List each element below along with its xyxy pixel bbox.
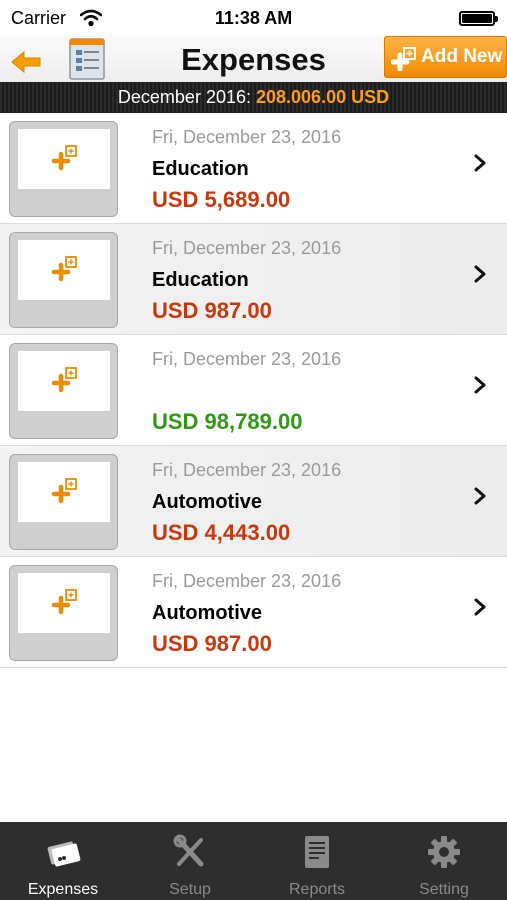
expense-category: Automotive — [152, 491, 262, 513]
summary-amount: 208.006.00 USD — [256, 87, 390, 107]
add-new-button[interactable]: Add New — [384, 36, 507, 78]
expense-row[interactable]: Fri, December 23, 2016 Automotive USD 4,… — [0, 446, 507, 557]
receipt-thumbnail[interactable] — [9, 121, 118, 217]
expense-date: Fri, December 23, 2016 — [152, 460, 342, 480]
nav-bar: Expenses Add New — [0, 36, 507, 82]
expense-amount: USD 98,789.00 — [152, 409, 303, 434]
add-plus-icon — [391, 47, 416, 71]
tab-expenses[interactable]: Expenses — [0, 822, 126, 900]
tab-label: Setting — [419, 881, 469, 898]
add-photo-icon — [51, 256, 77, 282]
status-bar: Carrier 11:38 AM — [0, 0, 507, 36]
expense-date: Fri, December 23, 2016 — [152, 238, 342, 258]
tab-label: Expenses — [27, 881, 99, 898]
gear-icon — [428, 836, 460, 868]
battery-icon — [459, 11, 498, 26]
expense-amount: USD 987.00 — [152, 298, 272, 323]
month-summary: December 2016: 208.006.00 USD — [0, 82, 507, 113]
tools-icon — [173, 834, 204, 867]
expense-row[interactable]: Fri, December 23, 2016 Education USD 987… — [0, 224, 507, 335]
receipt-thumbnail[interactable] — [9, 232, 118, 328]
add-photo-icon — [51, 589, 77, 615]
receipt-thumbnail[interactable] — [9, 343, 118, 439]
expense-category: Education — [152, 269, 249, 291]
tab-setting[interactable]: Setting — [381, 822, 507, 900]
chevron-right-icon — [474, 598, 486, 616]
expense-amount: USD 5,689.00 — [152, 187, 291, 212]
cards-icon — [47, 841, 81, 867]
add-photo-icon — [51, 367, 77, 393]
expense-date: Fri, December 23, 2016 — [152, 127, 342, 147]
expense-row[interactable]: Fri, December 23, 2016 Automotive USD 98… — [0, 557, 507, 668]
chevron-right-icon — [474, 265, 486, 283]
expense-amount: USD 987.00 — [152, 631, 272, 656]
expense-row[interactable]: Fri, December 23, 2016 Education USD 5,6… — [0, 113, 507, 224]
tab-label: Reports — [288, 881, 346, 898]
add-photo-icon — [51, 478, 77, 504]
expense-row[interactable]: Fri, December 23, 2016 USD 98,789.00 — [0, 335, 507, 446]
expense-date: Fri, December 23, 2016 — [152, 349, 342, 369]
receipt-thumbnail[interactable] — [9, 454, 118, 550]
expense-date: Fri, December 23, 2016 — [152, 571, 342, 591]
receipt-thumbnail[interactable] — [9, 565, 118, 661]
chevron-right-icon — [474, 154, 486, 172]
tab-reports[interactable]: Reports — [254, 822, 380, 900]
summary-label: December 2016: — [117, 87, 251, 107]
chevron-right-icon — [474, 376, 486, 394]
tab-bar: Expenses Setup Reports Setting — [0, 822, 507, 900]
add-new-label: Add New — [421, 46, 503, 67]
chevron-right-icon — [474, 487, 486, 505]
expense-amount: USD 4,443.00 — [152, 520, 291, 545]
tab-setup[interactable]: Setup — [127, 822, 253, 900]
expense-category: Education — [152, 158, 249, 180]
tab-label: Setup — [169, 881, 211, 898]
add-photo-icon — [51, 145, 77, 171]
status-time: 11:38 AM — [214, 8, 293, 28]
expense-category: Automotive — [152, 602, 262, 624]
report-icon — [305, 836, 329, 868]
